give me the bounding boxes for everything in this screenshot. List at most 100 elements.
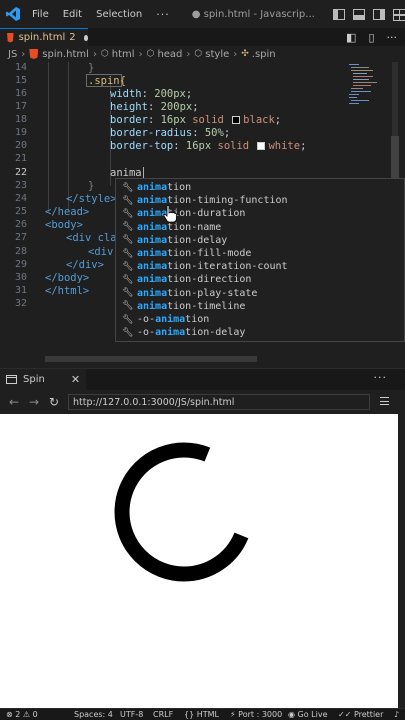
minimap-line (353, 79, 369, 80)
chevron-right-icon: › (138, 48, 143, 60)
breadcrumb-style[interactable]: style (205, 49, 229, 60)
panel-more-icon[interactable]: ··· (374, 371, 388, 384)
suggestion-item[interactable]: 🔧︎ -o-anima tion (116, 313, 404, 326)
code-line: </body> (45, 272, 90, 284)
split-editor-icon[interactable]: ▯ (368, 31, 374, 44)
indentation-status[interactable]: Spaces: 4 (74, 710, 113, 719)
line-number: 21 (14, 153, 27, 164)
chevron-right-icon: › (92, 48, 97, 60)
tag-icon: ⬡ (194, 49, 203, 59)
tab-spin-preview[interactable]: Spin ✕ (0, 369, 86, 390)
line-number: 18 (14, 114, 27, 125)
go-live-button[interactable]: ◉ Go Live (288, 710, 328, 719)
code-line: border-top: 16px solid white; (110, 140, 307, 152)
color-swatch-white[interactable] (257, 142, 266, 150)
color-swatch-black[interactable] (232, 116, 241, 124)
close-icon[interactable]: ✕ (71, 373, 80, 386)
property-wrench-icon: 🔧︎ (122, 235, 134, 246)
toggle-primary-sidebar-icon[interactable] (332, 8, 345, 20)
line-number: 17 (14, 101, 27, 112)
unsaved-dot-icon[interactable] (83, 34, 88, 41)
property-wrench-icon: 🔧︎ (122, 182, 134, 193)
minimap-line (351, 100, 369, 101)
breadcrumb-folder[interactable]: JS (8, 49, 17, 60)
suggestion-item[interactable]: 🔧︎ anima tion-iteration-count (116, 260, 404, 273)
forward-arrow-icon[interactable]: → (28, 395, 40, 409)
suggestion-item[interactable]: 🔧︎ -o-anima tion-delay (116, 326, 404, 339)
property-wrench-icon: 🔧︎ (122, 208, 134, 219)
open-preview-icon[interactable]: ◧ (346, 31, 356, 44)
notifications-bell-icon[interactable]: ♪ (394, 710, 399, 719)
minimap[interactable] (345, 62, 389, 122)
title-bar: File Edit Selection ··· ● spin.html - Ja… (0, 0, 405, 28)
viewport-scrollbar[interactable] (398, 414, 405, 708)
suggestion-item[interactable]: 🔧︎ anima tion-timeline (116, 300, 404, 313)
reload-icon[interactable]: ↻ (48, 395, 60, 409)
minimap-line (351, 88, 363, 89)
back-arrow-icon[interactable]: ← (8, 395, 20, 409)
minimap-line (351, 70, 373, 71)
hand-pointer-icon (163, 205, 177, 223)
menu-edit[interactable]: Edit (63, 9, 82, 20)
breadcrumb-html[interactable]: html (112, 49, 135, 60)
browser-icon (6, 375, 17, 384)
suggestion-item[interactable]: 🔧︎ anima tion-direction (116, 273, 404, 286)
suggestion-item[interactable]: 🔧︎ anima tion-timing-function (116, 194, 404, 207)
menu-more-button[interactable]: ··· (156, 8, 170, 21)
suggestion-item[interactable]: 🔧︎ anima tion (116, 181, 404, 194)
tab-spin-html[interactable]: spin.html 2 (0, 28, 88, 46)
toggle-panel-icon[interactable] (352, 8, 365, 20)
encoding-status[interactable]: UTF-8 (120, 710, 143, 719)
chevron-right-icon: › (186, 48, 191, 60)
toggle-secondary-sidebar-icon[interactable] (372, 8, 385, 20)
line-number: 24 (14, 193, 27, 204)
line-number: 30 (14, 272, 27, 283)
line-number: 23 (14, 180, 27, 191)
line-number: 19 (14, 127, 27, 138)
breadcrumb-head[interactable]: head (157, 49, 182, 60)
browser-menu-icon[interactable] (380, 397, 389, 405)
code-line: border-radius: 50%; (110, 127, 231, 139)
code-line: .spin{ (88, 75, 126, 87)
menu-file[interactable]: File (32, 9, 49, 20)
breadcrumb-spin[interactable]: .spin (252, 49, 276, 60)
suggestion-item[interactable]: 🔧︎ anima tion-duration (116, 207, 404, 220)
chevron-right-icon: › (233, 48, 238, 60)
property-wrench-icon: 🔧︎ (122, 222, 134, 233)
breadcrumb-file[interactable]: spin.html (42, 49, 89, 60)
editor-horizontal-scrollbar[interactable] (45, 356, 257, 362)
editor-scrollbar-thumb[interactable] (391, 136, 399, 184)
language-status[interactable]: {} HTML (184, 710, 219, 719)
code-line: </div> (66, 259, 104, 271)
line-number: 20 (14, 140, 27, 151)
code-line: </head> (45, 206, 90, 218)
browser-nav-bar: ← → ↻ http://127.0.0.1:3000/JS/spin.html (0, 390, 405, 414)
line-number: 28 (14, 246, 27, 257)
indent-guide (68, 62, 69, 212)
property-wrench-icon: 🔧︎ (122, 261, 134, 272)
suggestion-item[interactable]: 🔧︎ anima tion-fill-mode (116, 247, 404, 260)
minimap-line (351, 91, 371, 92)
minimap-line (353, 82, 377, 83)
menu-selection[interactable]: Selection (96, 9, 142, 20)
minimap-line (349, 103, 359, 104)
more-actions-icon[interactable]: ··· (387, 31, 398, 44)
suggestion-item[interactable]: 🔧︎ anima tion-name (116, 221, 404, 234)
line-number: 14 (14, 62, 27, 73)
line-number: 27 (14, 232, 27, 243)
line-number: 22 (14, 167, 27, 178)
html-file-icon (7, 32, 14, 43)
line-number: 16 (14, 88, 27, 99)
code-line: } (88, 180, 95, 192)
prettier-status[interactable]: ✓✓ Prettier (338, 710, 383, 719)
property-wrench-icon: 🔧︎ (122, 288, 134, 299)
tag-icon: ⬡ (100, 49, 109, 59)
errors-status[interactable]: ⊗ 2 ⚠ 0 (6, 710, 38, 719)
port-status[interactable]: ⚡ Port : 3000 (230, 710, 282, 719)
suggestion-item[interactable]: 🔧︎ anima tion-delay (116, 234, 404, 247)
eol-status[interactable]: CRLF (153, 710, 173, 719)
suggestion-item[interactable]: 🔧︎ anima tion-play-state (116, 287, 404, 300)
browser-panel-header: Spin ✕ ··· (0, 368, 405, 390)
url-input[interactable]: http://127.0.0.1:3000/JS/spin.html (68, 394, 370, 410)
customize-layout-icon[interactable] (392, 8, 405, 20)
